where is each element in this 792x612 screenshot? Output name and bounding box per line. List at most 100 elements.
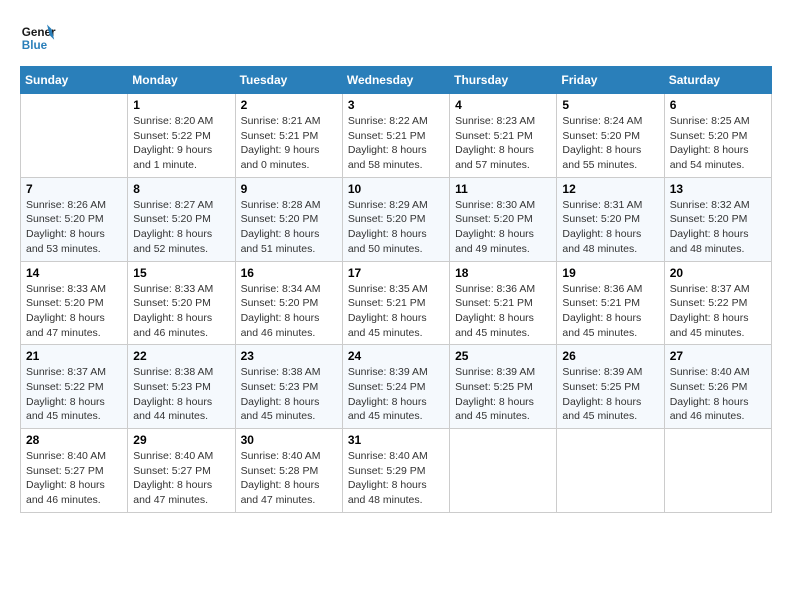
calendar-cell: 13 Sunrise: 8:32 AM Sunset: 5:20 PM Dayli… (664, 177, 771, 261)
logo: General Blue (20, 20, 56, 56)
day-number: 9 (241, 182, 337, 196)
weekday-header-friday: Friday (557, 67, 664, 94)
day-number: 26 (562, 349, 658, 363)
day-info: Sunrise: 8:40 AM Sunset: 5:26 PM Dayligh… (670, 365, 766, 424)
day-number: 13 (670, 182, 766, 196)
day-info: Sunrise: 8:39 AM Sunset: 5:25 PM Dayligh… (562, 365, 658, 424)
day-number: 16 (241, 266, 337, 280)
calendar-cell (450, 429, 557, 513)
calendar-cell: 12 Sunrise: 8:31 AM Sunset: 5:20 PM Dayli… (557, 177, 664, 261)
day-info: Sunrise: 8:22 AM Sunset: 5:21 PM Dayligh… (348, 114, 444, 173)
week-row-1: 1Sunrise: 8:20 AM Sunset: 5:22 PM Daylig… (21, 94, 772, 178)
calendar-cell (664, 429, 771, 513)
day-number: 5 (562, 98, 658, 112)
calendar-cell (557, 429, 664, 513)
day-info: Sunrise: 8:35 AM Sunset: 5:21 PM Dayligh… (348, 282, 444, 341)
day-info: Sunrise: 8:39 AM Sunset: 5:25 PM Dayligh… (455, 365, 551, 424)
day-info: Sunrise: 8:37 AM Sunset: 5:22 PM Dayligh… (26, 365, 122, 424)
calendar-cell: 11 Sunrise: 8:30 AM Sunset: 5:20 PM Dayli… (450, 177, 557, 261)
weekday-header-thursday: Thursday (450, 67, 557, 94)
day-number: 25 (455, 349, 551, 363)
day-number: 23 (241, 349, 337, 363)
calendar-cell: 24 Sunrise: 8:39 AM Sunset: 5:24 PM Dayli… (342, 345, 449, 429)
day-number: 8 (133, 182, 229, 196)
calendar-cell: 26 Sunrise: 8:39 AM Sunset: 5:25 PM Dayli… (557, 345, 664, 429)
day-info: Sunrise: 8:20 AM Sunset: 5:22 PM Dayligh… (133, 114, 229, 173)
calendar-cell: 17 Sunrise: 8:35 AM Sunset: 5:21 PM Dayli… (342, 261, 449, 345)
day-number: 3 (348, 98, 444, 112)
calendar-cell: 27 Sunrise: 8:40 AM Sunset: 5:26 PM Dayli… (664, 345, 771, 429)
calendar-cell: 22Sunrise: 8:38 AM Sunset: 5:23 PM Dayli… (128, 345, 235, 429)
week-row-4: 21 Sunrise: 8:37 AM Sunset: 5:22 PM Dayli… (21, 345, 772, 429)
calendar-cell: 14 Sunrise: 8:33 AM Sunset: 5:20 PM Dayli… (21, 261, 128, 345)
day-info: Sunrise: 8:39 AM Sunset: 5:24 PM Dayligh… (348, 365, 444, 424)
calendar-cell: 21 Sunrise: 8:37 AM Sunset: 5:22 PM Dayli… (21, 345, 128, 429)
day-number: 29 (133, 433, 229, 447)
day-info: Sunrise: 8:32 AM Sunset: 5:20 PM Dayligh… (670, 198, 766, 257)
day-number: 15 (133, 266, 229, 280)
calendar-cell: 23 Sunrise: 8:38 AM Sunset: 5:23 PM Dayli… (235, 345, 342, 429)
calendar-cell: 29 Sunrise: 8:40 AM Sunset: 5:27 PM Dayli… (128, 429, 235, 513)
logo-icon: General Blue (20, 20, 56, 56)
calendar-cell: 16Sunrise: 8:34 AM Sunset: 5:20 PM Dayli… (235, 261, 342, 345)
day-info: Sunrise: 8:38 AM Sunset: 5:23 PM Dayligh… (241, 365, 337, 424)
calendar-cell: 3 Sunrise: 8:22 AM Sunset: 5:21 PM Daylig… (342, 94, 449, 178)
weekday-header-tuesday: Tuesday (235, 67, 342, 94)
calendar-cell: 10Sunrise: 8:29 AM Sunset: 5:20 PM Dayli… (342, 177, 449, 261)
day-number: 28 (26, 433, 122, 447)
day-info: Sunrise: 8:36 AM Sunset: 5:21 PM Dayligh… (455, 282, 551, 341)
weekday-header-monday: Monday (128, 67, 235, 94)
weekday-header-saturday: Saturday (664, 67, 771, 94)
day-info: Sunrise: 8:33 AM Sunset: 5:20 PM Dayligh… (26, 282, 122, 341)
day-info: Sunrise: 8:38 AM Sunset: 5:23 PM Dayligh… (133, 365, 229, 424)
day-info: Sunrise: 8:33 AM Sunset: 5:20 PM Dayligh… (133, 282, 229, 341)
calendar-cell: 2Sunrise: 8:21 AM Sunset: 5:21 PM Daylig… (235, 94, 342, 178)
calendar-cell: 18Sunrise: 8:36 AM Sunset: 5:21 PM Dayli… (450, 261, 557, 345)
calendar-cell: 1Sunrise: 8:20 AM Sunset: 5:22 PM Daylig… (128, 94, 235, 178)
day-info: Sunrise: 8:26 AM Sunset: 5:20 PM Dayligh… (26, 198, 122, 257)
calendar-cell: 9 Sunrise: 8:28 AM Sunset: 5:20 PM Daylig… (235, 177, 342, 261)
calendar-cell: 19 Sunrise: 8:36 AM Sunset: 5:21 PM Dayli… (557, 261, 664, 345)
weekday-header-row: SundayMondayTuesdayWednesdayThursdayFrid… (21, 67, 772, 94)
day-number: 27 (670, 349, 766, 363)
day-info: Sunrise: 8:31 AM Sunset: 5:20 PM Dayligh… (562, 198, 658, 257)
calendar-cell: 5 Sunrise: 8:24 AM Sunset: 5:20 PM Daylig… (557, 94, 664, 178)
calendar-cell: 20Sunrise: 8:37 AM Sunset: 5:22 PM Dayli… (664, 261, 771, 345)
day-info: Sunrise: 8:40 AM Sunset: 5:27 PM Dayligh… (26, 449, 122, 508)
calendar-cell: 6 Sunrise: 8:25 AM Sunset: 5:20 PM Daylig… (664, 94, 771, 178)
day-number: 6 (670, 98, 766, 112)
day-info: Sunrise: 8:24 AM Sunset: 5:20 PM Dayligh… (562, 114, 658, 173)
week-row-3: 14 Sunrise: 8:33 AM Sunset: 5:20 PM Dayli… (21, 261, 772, 345)
day-number: 7 (26, 182, 122, 196)
day-info: Sunrise: 8:30 AM Sunset: 5:20 PM Dayligh… (455, 198, 551, 257)
week-row-2: 7 Sunrise: 8:26 AM Sunset: 5:20 PM Daylig… (21, 177, 772, 261)
calendar-cell: 31Sunrise: 8:40 AM Sunset: 5:29 PM Dayli… (342, 429, 449, 513)
calendar-cell: 28 Sunrise: 8:40 AM Sunset: 5:27 PM Dayli… (21, 429, 128, 513)
weekday-header-wednesday: Wednesday (342, 67, 449, 94)
day-number: 10 (348, 182, 444, 196)
day-info: Sunrise: 8:40 AM Sunset: 5:27 PM Dayligh… (133, 449, 229, 508)
day-number: 12 (562, 182, 658, 196)
day-info: Sunrise: 8:25 AM Sunset: 5:20 PM Dayligh… (670, 114, 766, 173)
page-header: General Blue (20, 20, 772, 56)
calendar-cell: 7 Sunrise: 8:26 AM Sunset: 5:20 PM Daylig… (21, 177, 128, 261)
day-number: 19 (562, 266, 658, 280)
day-number: 14 (26, 266, 122, 280)
day-info: Sunrise: 8:37 AM Sunset: 5:22 PM Dayligh… (670, 282, 766, 341)
day-info: Sunrise: 8:27 AM Sunset: 5:20 PM Dayligh… (133, 198, 229, 257)
day-info: Sunrise: 8:40 AM Sunset: 5:29 PM Dayligh… (348, 449, 444, 508)
day-info: Sunrise: 8:36 AM Sunset: 5:21 PM Dayligh… (562, 282, 658, 341)
day-info: Sunrise: 8:40 AM Sunset: 5:28 PM Dayligh… (241, 449, 337, 508)
calendar-cell: 25 Sunrise: 8:39 AM Sunset: 5:25 PM Dayli… (450, 345, 557, 429)
calendar-cell: 15 Sunrise: 8:33 AM Sunset: 5:20 PM Dayli… (128, 261, 235, 345)
calendar-cell: 4Sunrise: 8:23 AM Sunset: 5:21 PM Daylig… (450, 94, 557, 178)
day-number: 2 (241, 98, 337, 112)
day-info: Sunrise: 8:28 AM Sunset: 5:20 PM Dayligh… (241, 198, 337, 257)
week-row-5: 28 Sunrise: 8:40 AM Sunset: 5:27 PM Dayli… (21, 429, 772, 513)
day-number: 24 (348, 349, 444, 363)
day-number: 21 (26, 349, 122, 363)
day-number: 11 (455, 182, 551, 196)
calendar-table: SundayMondayTuesdayWednesdayThursdayFrid… (20, 66, 772, 513)
weekday-header-sunday: Sunday (21, 67, 128, 94)
day-number: 17 (348, 266, 444, 280)
